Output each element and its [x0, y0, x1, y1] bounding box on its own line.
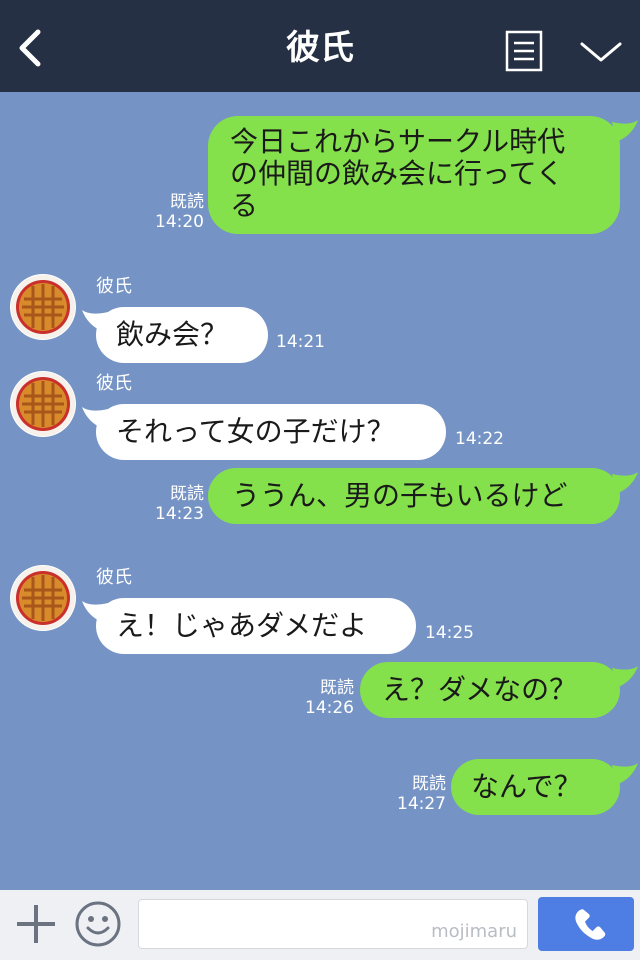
smiley-icon [75, 901, 121, 947]
message-meta: 既読 14:27 [392, 774, 446, 814]
sender-name: 彼氏 [96, 276, 132, 297]
read-receipt: 既読 [412, 774, 446, 794]
message-bubble-incoming[interactable]: それって女の子だけ？ [96, 404, 446, 460]
sender-name: 彼氏 [96, 373, 132, 394]
timestamp: 14:25 [425, 623, 474, 643]
pie-avatar-icon [11, 566, 75, 630]
watermark: mojimaru [431, 921, 517, 942]
call-button[interactable] [538, 897, 634, 951]
avatar[interactable] [10, 565, 76, 631]
message-bubble-outgoing[interactable]: え？ダメなの？ [360, 662, 620, 718]
message-input[interactable]: mojimaru [138, 899, 528, 949]
emoji-button[interactable] [74, 900, 122, 948]
timestamp: 14:26 [305, 698, 354, 718]
read-receipt: 既読 [320, 678, 354, 698]
message-bubble-outgoing[interactable]: なんで？ [451, 759, 620, 815]
add-button[interactable] [14, 902, 58, 946]
timestamp: 14:22 [455, 429, 504, 449]
timestamp: 14:21 [276, 332, 325, 352]
phone-icon [575, 909, 606, 940]
timestamp: 14:20 [155, 212, 204, 232]
bubble-tail [612, 120, 638, 142]
message-bubble-incoming[interactable]: 飲み会？ [96, 307, 268, 363]
timestamp: 14:23 [155, 504, 204, 524]
avatar[interactable] [10, 371, 76, 437]
bubble-tail [612, 763, 638, 785]
avatar[interactable] [10, 274, 76, 340]
read-receipt: 既読 [170, 484, 204, 504]
timestamp: 14:27 [397, 794, 446, 814]
message-bubble-incoming[interactable]: え！じゃあダメだよ [96, 598, 416, 654]
message-meta: 既読 14:20 [150, 192, 204, 232]
input-bar: mojimaru [0, 890, 640, 960]
pie-avatar-icon [11, 372, 75, 436]
plus-icon [17, 905, 55, 943]
message-bubble-outgoing[interactable]: 今日これからサークル時代 の仲間の飲み会に行ってく る [208, 116, 620, 234]
message-meta: 既読 14:26 [300, 678, 354, 718]
bubble-tail [612, 472, 638, 494]
chat-area[interactable]: 既読 14:20 今日これからサークル時代 の仲間の飲み会に行ってく る 彼氏 … [0, 0, 640, 890]
sender-name: 彼氏 [96, 567, 132, 588]
read-receipt: 既読 [170, 192, 204, 212]
bubble-tail [612, 666, 638, 688]
message-bubble-outgoing[interactable]: ううん、男の子もいるけど [208, 468, 620, 524]
message-meta: 既読 14:23 [150, 484, 204, 524]
pie-avatar-icon [11, 275, 75, 339]
